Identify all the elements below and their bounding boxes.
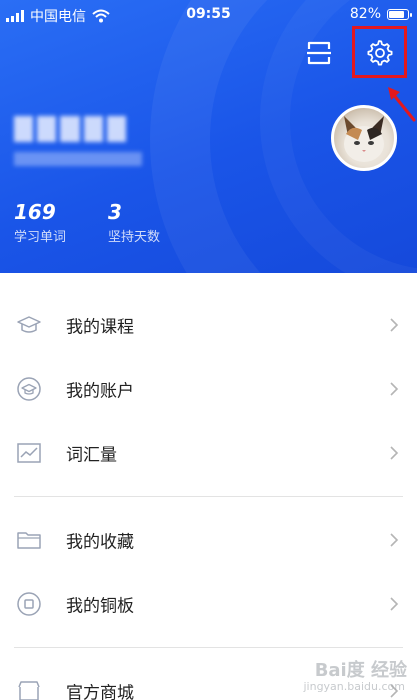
chevron-right-icon [390, 382, 399, 396]
menu-item-coins[interactable]: 我的铜板 [0, 572, 417, 636]
stat-words-label: 学习单词 [14, 230, 67, 245]
red-arrow-icon [388, 87, 416, 122]
stat-days[interactable]: 3 坚持天数 [108, 200, 160, 247]
chevron-right-icon [390, 533, 399, 547]
scan-icon[interactable] [304, 38, 334, 68]
username-blurred [14, 116, 127, 142]
menu-item-label: 我的铜板 [66, 596, 134, 617]
watermark-url: jingyan.baidu.com [303, 680, 405, 693]
chevron-right-icon [390, 318, 399, 332]
chart-icon [17, 443, 41, 463]
coin-icon [17, 592, 41, 616]
folder-icon [17, 532, 41, 549]
battery-icon [387, 8, 412, 20]
settings-highlight-box [352, 26, 407, 78]
account-cap-icon [17, 377, 41, 401]
stat-days-value: 3 [108, 200, 122, 224]
chevron-right-icon [390, 446, 399, 460]
menu-item-favorites[interactable]: 我的收藏 [0, 508, 417, 572]
menu-item-label: 词汇量 [66, 445, 117, 466]
battery-percent: 82% [349, 6, 381, 22]
menu-item-label: 官方商城 [66, 683, 134, 700]
chevron-right-icon [390, 597, 399, 611]
menu-item-label: 我的收藏 [66, 532, 134, 553]
menu-item-label: 我的课程 [66, 317, 134, 338]
stat-words-value: 169 [14, 200, 56, 224]
menu-list: 我的课程 我的账户 词汇量 我的收藏 我的铜板 官方商城 [0, 273, 417, 700]
baidu-watermark: Bai度 经验 jingyan.baidu.com [303, 652, 413, 698]
menu-item-vocabulary[interactable]: 词汇量 [0, 421, 417, 485]
user-id-blurred [14, 152, 142, 166]
graduation-cap-icon [17, 316, 41, 333]
watermark-brand: Bai度 经验 [314, 660, 407, 681]
menu-item-account[interactable]: 我的账户 [0, 357, 417, 421]
store-icon [18, 681, 40, 700]
profile-header: 中国电信 09:55 82% 169 学习单词 3 坚持天数 [0, 0, 417, 273]
stat-words[interactable]: 169 学习单词 [14, 200, 66, 247]
menu-item-courses[interactable]: 我的课程 [0, 293, 417, 357]
menu-item-label: 我的账户 [66, 381, 134, 402]
stat-days-label: 坚持天数 [108, 230, 161, 245]
